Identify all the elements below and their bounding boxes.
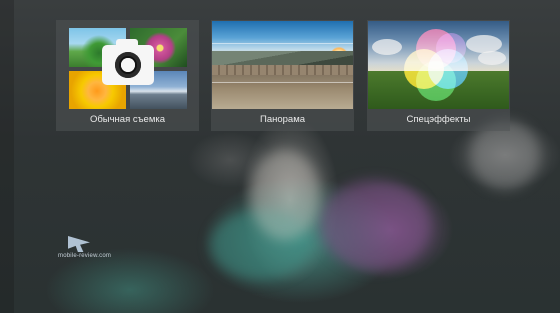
- panorama-strip: [212, 43, 353, 83]
- site-watermark: mobile-review.com: [58, 236, 111, 266]
- normal-mode-thumbnail: [57, 21, 198, 109]
- mode-label-normal: Обычная съемка: [89, 114, 166, 125]
- effects-thumbnail: [368, 21, 509, 109]
- effect-circle: [416, 61, 456, 101]
- shooting-mode-menu: Обычная съемка Панорама Спецэффекты: [0, 0, 560, 135]
- camera-icon: [102, 39, 154, 85]
- mode-label-panorama: Панорама: [259, 114, 306, 125]
- blurred-shape: [320, 180, 430, 270]
- blurred-shape: [250, 150, 320, 240]
- mode-card-normal[interactable]: Обычная съемка: [56, 20, 199, 131]
- watermark-logo-icon: [68, 236, 90, 252]
- watermark-text: mobile-review.com: [58, 253, 112, 259]
- mode-card-effects[interactable]: Спецэффекты: [367, 20, 510, 131]
- mode-card-panorama[interactable]: Панорама: [211, 20, 354, 131]
- panorama-thumbnail: [212, 21, 353, 109]
- mode-label-effects: Спецэффекты: [406, 114, 471, 125]
